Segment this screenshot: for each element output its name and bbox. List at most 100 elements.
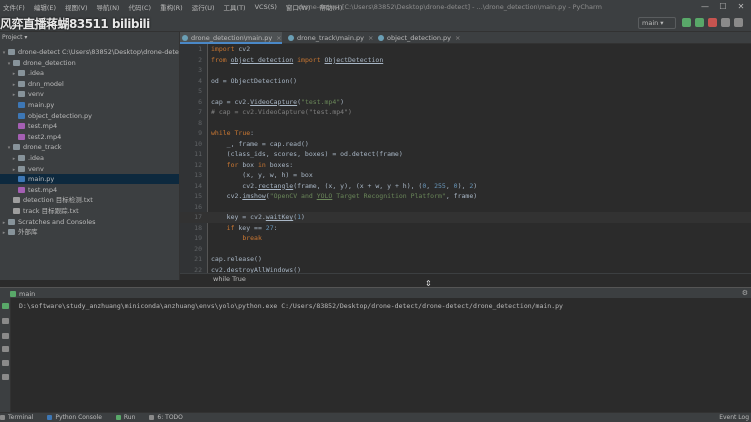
tree-item[interactable]: ▸ venv xyxy=(0,89,179,100)
run-icon[interactable] xyxy=(682,18,691,27)
code-text[interactable]: cv2.destroyAllWindows() xyxy=(211,265,301,274)
code-line[interactable]: 9 while True: xyxy=(180,128,751,139)
tree-item[interactable]: main.py xyxy=(0,174,179,185)
code-text[interactable]: key = cv2.waitKey(1) xyxy=(211,212,305,223)
tree-item[interactable]: ▸ Scratches and Consoles xyxy=(0,217,179,228)
tab-close-icon[interactable]: × xyxy=(276,34,281,42)
menu-item[interactable]: VCS(S) xyxy=(255,3,277,11)
code-text[interactable]: from object_detection import ObjectDetec… xyxy=(211,55,383,66)
menu-item[interactable]: 代码(C) xyxy=(128,2,151,12)
code-line[interactable]: 20 xyxy=(180,244,751,255)
menu-item[interactable]: 运行(U) xyxy=(192,2,215,12)
tree-item[interactable]: test.mp4 xyxy=(0,185,179,195)
menu-item[interactable]: 文件(F) xyxy=(3,2,25,12)
expand-arrow-icon[interactable]: ▸ xyxy=(0,228,8,238)
expand-arrow-icon[interactable]: ▾ xyxy=(5,59,13,69)
tree-item[interactable]: ▸ .idea xyxy=(0,68,179,79)
trash-icon[interactable] xyxy=(2,374,9,380)
code-text[interactable]: (class_ids, scores, boxes) = od.detect(f… xyxy=(211,149,403,160)
wrap-icon[interactable] xyxy=(2,333,9,339)
tree-item[interactable]: object_detection.py xyxy=(0,111,179,121)
code-line[interactable]: 7 # cap = cv2.VideoCapture("test.mp4") xyxy=(180,107,751,118)
tree-item[interactable]: test2.mp4 xyxy=(0,132,179,142)
code-text[interactable]: _, frame = cap.read() xyxy=(211,139,309,150)
menu-item[interactable]: 工具(T) xyxy=(224,2,246,12)
menu-item[interactable]: 视图(V) xyxy=(65,2,88,12)
code-text[interactable]: # cap = cv2.VideoCapture("test.mp4") xyxy=(211,107,352,118)
minimize-button[interactable]: — xyxy=(696,0,714,14)
code-text[interactable]: cap.release() xyxy=(211,254,262,265)
tree-item[interactable]: track 目标跟踪.txt xyxy=(0,206,179,216)
expand-arrow-icon[interactable]: ▸ xyxy=(10,80,18,90)
editor-tab[interactable]: drone_detection\main.py × xyxy=(180,32,282,44)
menu-item[interactable]: 导航(N) xyxy=(97,2,120,12)
code-line[interactable]: 13 (x, y, w, h) = box xyxy=(180,170,751,181)
code-line[interactable]: 17 key = cv2.waitKey(1) xyxy=(180,212,751,223)
gear-icon[interactable]: ⚙ xyxy=(742,289,748,297)
tree-item[interactable]: ▾ drone-detect C:\Users\83852\Desktop\dro… xyxy=(0,47,179,58)
expand-arrow-icon[interactable]: ▸ xyxy=(10,69,18,79)
code-line[interactable]: 11 (class_ids, scores, boxes) = od.detec… xyxy=(180,149,751,160)
code-line[interactable]: 1 import cv2 xyxy=(180,44,751,55)
rerun-icon[interactable] xyxy=(2,303,9,309)
scroll-end-icon[interactable] xyxy=(2,346,9,352)
editor-tab[interactable]: drone_track\main.py × xyxy=(286,32,373,44)
project-panel-header[interactable]: Project ▾ xyxy=(0,32,180,44)
code-text[interactable]: cap = cv2.VideoCapture("test.mp4") xyxy=(211,97,344,108)
code-line[interactable]: 6 cap = cv2.VideoCapture("test.mp4") xyxy=(180,97,751,108)
code-text[interactable]: (x, y, w, h) = box xyxy=(211,170,312,181)
bottom-tool-button[interactable]: Python Console xyxy=(47,414,102,421)
expand-arrow-icon[interactable]: ▸ xyxy=(10,165,18,175)
tree-item[interactable]: ▾ drone_detection xyxy=(0,58,179,69)
code-line[interactable]: 2 from object_detection import ObjectDete… xyxy=(180,55,751,66)
code-line[interactable]: 15 cv2.imshow("OpenCV and YOLO Target Re… xyxy=(180,191,751,202)
tree-item[interactable]: test.mp4 xyxy=(0,121,179,131)
code-text[interactable]: cv2.rectangle(frame, (x, y), (x + w, y +… xyxy=(211,181,477,192)
code-line[interactable]: 22 cv2.destroyAllWindows() xyxy=(180,265,751,274)
editor-tab[interactable]: object_detection.py × xyxy=(376,32,460,44)
stop-run-icon[interactable] xyxy=(2,318,9,324)
code-line[interactable]: 12 for box in boxes: xyxy=(180,160,751,171)
expand-arrow-icon[interactable]: ▾ xyxy=(0,48,8,58)
event-log-button[interactable]: Event Log xyxy=(719,414,749,421)
expand-arrow-icon[interactable]: ▸ xyxy=(10,154,18,164)
bottom-tool-button[interactable]: 6: TODO xyxy=(149,414,183,421)
expand-arrow-icon[interactable]: ▸ xyxy=(0,218,8,228)
code-line[interactable]: 5 xyxy=(180,86,751,97)
code-text[interactable]: if key == 27: xyxy=(211,223,278,234)
run-console[interactable]: D:\software\study_anzhuang\miniconda\anz… xyxy=(11,298,751,412)
menu-item[interactable]: 重构(R) xyxy=(160,2,183,12)
menu-item[interactable]: 编辑(E) xyxy=(34,2,56,12)
code-line[interactable]: 8 xyxy=(180,118,751,129)
code-text[interactable]: while True: xyxy=(211,128,254,139)
tree-item[interactable]: main.py xyxy=(0,100,179,110)
search-icon[interactable] xyxy=(734,18,743,27)
bottom-tool-button[interactable]: Terminal xyxy=(0,414,33,421)
maximize-button[interactable]: ☐ xyxy=(714,0,732,14)
tree-item[interactable]: ▸ 外部库 xyxy=(0,227,179,238)
tree-item[interactable]: ▸ dnn_model xyxy=(0,79,179,90)
code-editor[interactable]: 1 import cv2 2 from object_detection import… xyxy=(180,44,751,273)
tree-item[interactable]: ▾ drone_track xyxy=(0,142,179,153)
expand-arrow-icon[interactable]: ▾ xyxy=(5,143,13,153)
close-button[interactable]: ✕ xyxy=(732,0,750,14)
code-text[interactable]: cv2.imshow("OpenCV and YOLO Target Recog… xyxy=(211,191,478,202)
bottom-tool-button[interactable]: Run xyxy=(115,414,135,421)
code-line[interactable]: 19 break xyxy=(180,233,751,244)
print-icon[interactable] xyxy=(2,360,9,366)
tree-item[interactable]: ▸ venv xyxy=(0,164,179,175)
breadcrumb[interactable]: while True xyxy=(180,273,751,283)
tree-item[interactable]: ▸ .idea xyxy=(0,153,179,164)
code-text[interactable]: od = ObjectDetection() xyxy=(211,76,297,87)
settings-icon[interactable] xyxy=(721,18,730,27)
branch-selector[interactable]: main ▾ xyxy=(638,17,676,29)
code-text[interactable]: import cv2 xyxy=(211,44,250,55)
tree-item[interactable]: detection 目标检测.txt xyxy=(0,195,179,205)
code-text[interactable]: for box in boxes: xyxy=(211,160,294,171)
code-line[interactable]: 10 _, frame = cap.read() xyxy=(180,139,751,150)
code-line[interactable]: 4 od = ObjectDetection() xyxy=(180,76,751,87)
code-line[interactable]: 18 if key == 27: xyxy=(180,223,751,234)
expand-arrow-icon[interactable]: ▸ xyxy=(10,90,18,100)
code-line[interactable]: 21 cap.release() xyxy=(180,254,751,265)
tab-close-icon[interactable]: × xyxy=(368,34,373,42)
